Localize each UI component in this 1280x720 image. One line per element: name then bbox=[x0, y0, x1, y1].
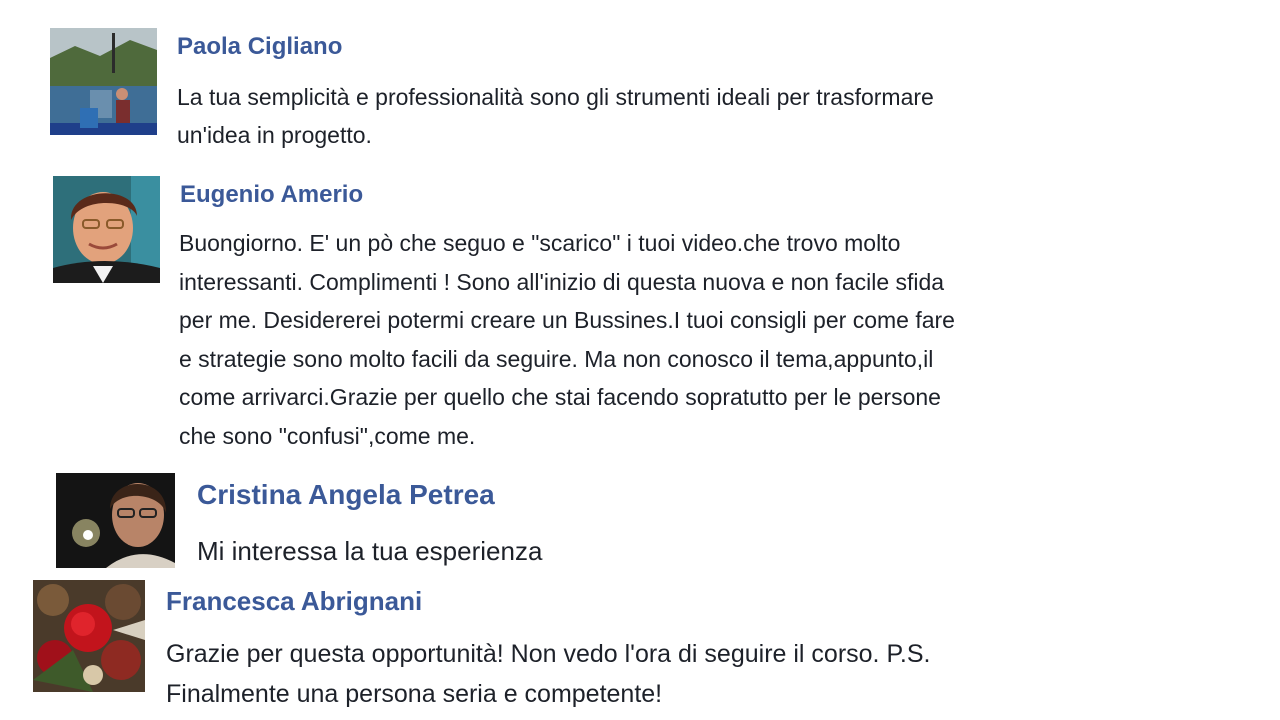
comment-text-line: La tua semplicità e professionalità sono… bbox=[177, 84, 934, 110]
commenter-name[interactable]: Francesca Abrignani bbox=[166, 586, 422, 616]
comment-text-line: un'idea in progetto. bbox=[177, 122, 372, 148]
user-photo-lake-icon bbox=[50, 28, 157, 135]
comment-text: La tua semplicità e professionalità sono… bbox=[177, 78, 934, 154]
avatar[interactable] bbox=[56, 473, 175, 568]
user-photo-roses-icon bbox=[33, 580, 145, 692]
comment-text: Buongiorno. E' un pò che seguo e "scaric… bbox=[179, 224, 955, 456]
comment-text-line: e strategie sono molto facili da seguire… bbox=[179, 345, 934, 372]
comment-text-line: Mi interessa la tua esperienza bbox=[197, 536, 543, 566]
comment-text-line: Buongiorno. E' un pò che seguo e "scaric… bbox=[179, 230, 901, 256]
user-photo-portrait-icon bbox=[53, 176, 160, 283]
comment-text-line: Finalmente una persona seria e competent… bbox=[166, 680, 663, 708]
commenter-name[interactable]: Eugenio Amerio bbox=[180, 181, 363, 209]
avatar[interactable] bbox=[50, 28, 157, 135]
avatar[interactable] bbox=[33, 580, 145, 692]
comment-text-line: Grazie per questa opportunità! Non vedo … bbox=[166, 640, 931, 668]
comment-text-line: interessanti. Complimenti ! Sono all'ini… bbox=[179, 268, 945, 295]
comment-text: Mi interessa la tua esperienza bbox=[197, 534, 542, 568]
comment-text: Grazie per questa opportunità! Non vedo … bbox=[166, 634, 930, 714]
avatar[interactable] bbox=[53, 176, 160, 283]
commenter-name[interactable]: Paola Cigliano bbox=[177, 33, 342, 61]
comment-text-line: che sono "confusi",come me. bbox=[179, 422, 476, 449]
user-photo-dark-portrait-icon bbox=[56, 473, 175, 568]
comment-text-line: per me. Desidererei potermi creare un Bu… bbox=[179, 307, 955, 334]
comment-text-clip: La tua semplicità e professionalità sono… bbox=[177, 78, 1257, 162]
comment-text-line: come arrivarci.Grazie per quello che sta… bbox=[179, 384, 941, 411]
commenter-name[interactable]: Cristina Angela Petrea bbox=[197, 478, 495, 512]
